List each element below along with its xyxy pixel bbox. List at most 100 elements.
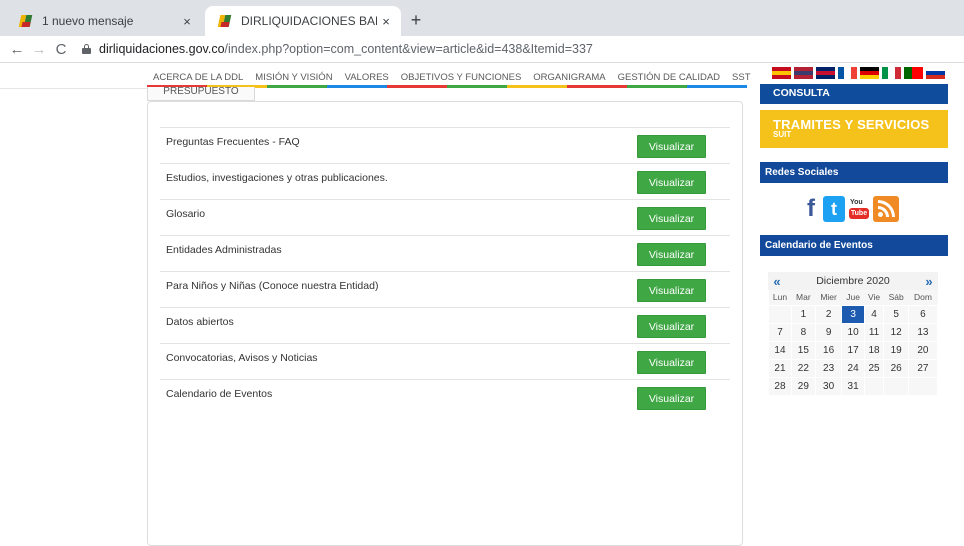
browser-toolbar: ← → C dirliquidaciones.gov.co/index.php?… xyxy=(0,36,964,63)
stripe-segment xyxy=(567,85,627,88)
content-panel: Preguntas Frecuentes - FAQ Visualizar Es… xyxy=(147,101,743,546)
list-item-label: Estudios, investigaciones y otras public… xyxy=(166,172,388,184)
calendar-day[interactable]: 1 xyxy=(790,304,816,324)
rss-icon[interactable] xyxy=(873,196,899,222)
prev-month-button[interactable]: « xyxy=(768,274,786,289)
calendar-day[interactable]: 4 xyxy=(863,304,885,324)
flag-uk-icon[interactable] xyxy=(816,67,835,79)
calendar-day[interactable]: 29 xyxy=(790,376,816,396)
visualizar-button[interactable]: Visualizar xyxy=(637,243,706,266)
calendar-day[interactable]: 20 xyxy=(907,340,939,360)
twitter-icon[interactable]: t xyxy=(823,196,845,222)
calendar-day[interactable]: 18 xyxy=(863,340,885,360)
calendar-day[interactable]: 10 xyxy=(841,322,865,342)
visualizar-button[interactable]: Visualizar xyxy=(637,351,706,374)
visualizar-button[interactable]: Visualizar xyxy=(637,315,706,338)
list-item: Estudios, investigaciones y otras public… xyxy=(160,163,730,199)
calendar-day[interactable]: 3 xyxy=(841,304,865,324)
tramites-subtitle: SUIT xyxy=(773,130,792,139)
section-tab-presupuesto[interactable]: PRESUPUESTO xyxy=(147,87,255,101)
list-item: Calendario de Eventos Visualizar xyxy=(160,379,730,415)
visualizar-button[interactable]: Visualizar xyxy=(637,171,706,194)
calendar-day[interactable]: 24 xyxy=(841,358,865,378)
social-links: f t You Tube xyxy=(802,196,899,222)
browser-tab-active[interactable]: DIRLIQUIDACIONES BARRANQUI × xyxy=(205,6,401,36)
calendar-day[interactable]: 14 xyxy=(768,340,792,360)
calendar-grid: Lun Mar Mier Jue Vie Sáb Dom 1 2 3 4 5 6 7 8 9 10… xyxy=(768,290,939,396)
calendar-day[interactable]: 8 xyxy=(790,322,816,342)
redes-sociales-heading: Redes Sociales xyxy=(760,162,948,183)
lock-icon[interactable] xyxy=(82,44,91,54)
calendar-day[interactable]: 31 xyxy=(841,376,865,396)
calendar-day[interactable]: 26 xyxy=(883,358,909,378)
stripe-segment xyxy=(327,85,387,88)
calendar-day[interactable]: 5 xyxy=(883,304,909,324)
list-item: Datos abiertos Visualizar xyxy=(160,307,730,343)
list-item-label: Glosario xyxy=(166,208,206,220)
visualizar-button[interactable]: Visualizar xyxy=(637,387,706,410)
back-icon[interactable]: ← xyxy=(6,41,28,58)
consulta-banner[interactable]: CONSULTA xyxy=(760,84,948,104)
calendar-day[interactable]: 2 xyxy=(814,304,843,324)
flag-usa-icon[interactable] xyxy=(794,67,813,79)
calendar-day[interactable]: 7 xyxy=(768,322,792,342)
site-favicon-icon xyxy=(217,13,233,29)
calendar-day[interactable]: 16 xyxy=(814,340,843,360)
menu-item-calidad[interactable]: GESTIÓN DE CALIDAD xyxy=(618,72,720,83)
stripe-segment xyxy=(387,85,447,88)
reload-icon[interactable]: C xyxy=(50,41,72,58)
youtube-icon[interactable]: You Tube xyxy=(848,196,870,222)
forward-icon[interactable]: → xyxy=(28,41,50,58)
flag-italy-icon[interactable] xyxy=(882,67,901,79)
visualizar-button[interactable]: Visualizar xyxy=(637,135,706,158)
menu-item-acerca[interactable]: ACERCA DE LA DDL xyxy=(153,72,243,83)
facebook-icon[interactable]: f xyxy=(802,196,820,222)
calendar-day[interactable]: 12 xyxy=(883,322,909,342)
calendar-day[interactable]: 17 xyxy=(841,340,865,360)
list-item: Para Niños y Niñas (Conoce nuestra Entid… xyxy=(160,271,730,307)
calendar-day[interactable]: 25 xyxy=(863,358,885,378)
new-tab-button[interactable]: + xyxy=(404,10,428,31)
calendar-day[interactable]: 27 xyxy=(907,358,939,378)
next-month-button[interactable]: » xyxy=(920,274,938,289)
calendar-day[interactable]: 6 xyxy=(907,304,939,324)
menu-item-sst[interactable]: SST xyxy=(732,72,750,83)
browser-tab-strip: 1 nuevo mensaje × DIRLIQUIDACIONES BARRA… xyxy=(0,0,964,36)
visualizar-button[interactable]: Visualizar xyxy=(637,279,706,302)
flag-portugal-icon[interactable] xyxy=(904,67,923,79)
flag-france-icon[interactable] xyxy=(838,67,857,79)
calendar-day[interactable]: 13 xyxy=(907,322,939,342)
browser-tab-mail[interactable]: 1 nuevo mensaje × xyxy=(6,6,202,36)
stripe-segment xyxy=(267,85,327,88)
calendar-day[interactable]: 30 xyxy=(814,376,843,396)
menu-item-valores[interactable]: VALORES xyxy=(345,72,389,83)
calendar-day[interactable]: 11 xyxy=(863,322,885,342)
calendar-empty-cell xyxy=(907,376,939,396)
weekday-label: Sáb xyxy=(883,290,909,305)
menu-item-mision[interactable]: MISIÓN Y VISIÓN xyxy=(255,72,332,83)
menu-item-organigrama[interactable]: ORGANIGRAMA xyxy=(533,72,605,83)
calendar-day[interactable]: 15 xyxy=(790,340,816,360)
calendar-day[interactable]: 23 xyxy=(814,358,843,378)
visualizar-button[interactable]: Visualizar xyxy=(637,207,706,230)
calendar-week: 28 29 30 31 xyxy=(768,376,939,396)
calendar-week: 21 22 23 24 25 26 27 xyxy=(768,358,939,378)
close-tab-icon[interactable]: × xyxy=(377,14,395,29)
tramites-servicios-banner[interactable]: TRAMITES Y SERVICIOS SUIT xyxy=(760,110,948,148)
flag-germany-icon[interactable] xyxy=(860,67,879,79)
flag-russia-icon[interactable] xyxy=(926,67,945,79)
calendar-day[interactable]: 22 xyxy=(790,358,816,378)
weekday-label: Lun xyxy=(768,290,792,305)
weekday-label: Mar xyxy=(791,290,816,305)
flag-spain-icon[interactable] xyxy=(772,67,791,79)
menu-item-objetivos[interactable]: OBJETIVOS Y FUNCIONES xyxy=(401,72,522,83)
calendar-day[interactable]: 19 xyxy=(883,340,909,360)
close-tab-icon[interactable]: × xyxy=(178,14,196,29)
calendar-day[interactable]: 21 xyxy=(768,358,792,378)
calendar-day[interactable]: 9 xyxy=(814,322,843,342)
list-item-label: Para Niños y Niñas (Conoce nuestra Entid… xyxy=(166,280,379,292)
address-bar[interactable]: dirliquidaciones.gov.co/index.php?option… xyxy=(82,42,593,56)
calendar-day[interactable]: 28 xyxy=(768,376,792,396)
divider-line xyxy=(0,88,147,89)
stripe-segment xyxy=(627,85,687,88)
